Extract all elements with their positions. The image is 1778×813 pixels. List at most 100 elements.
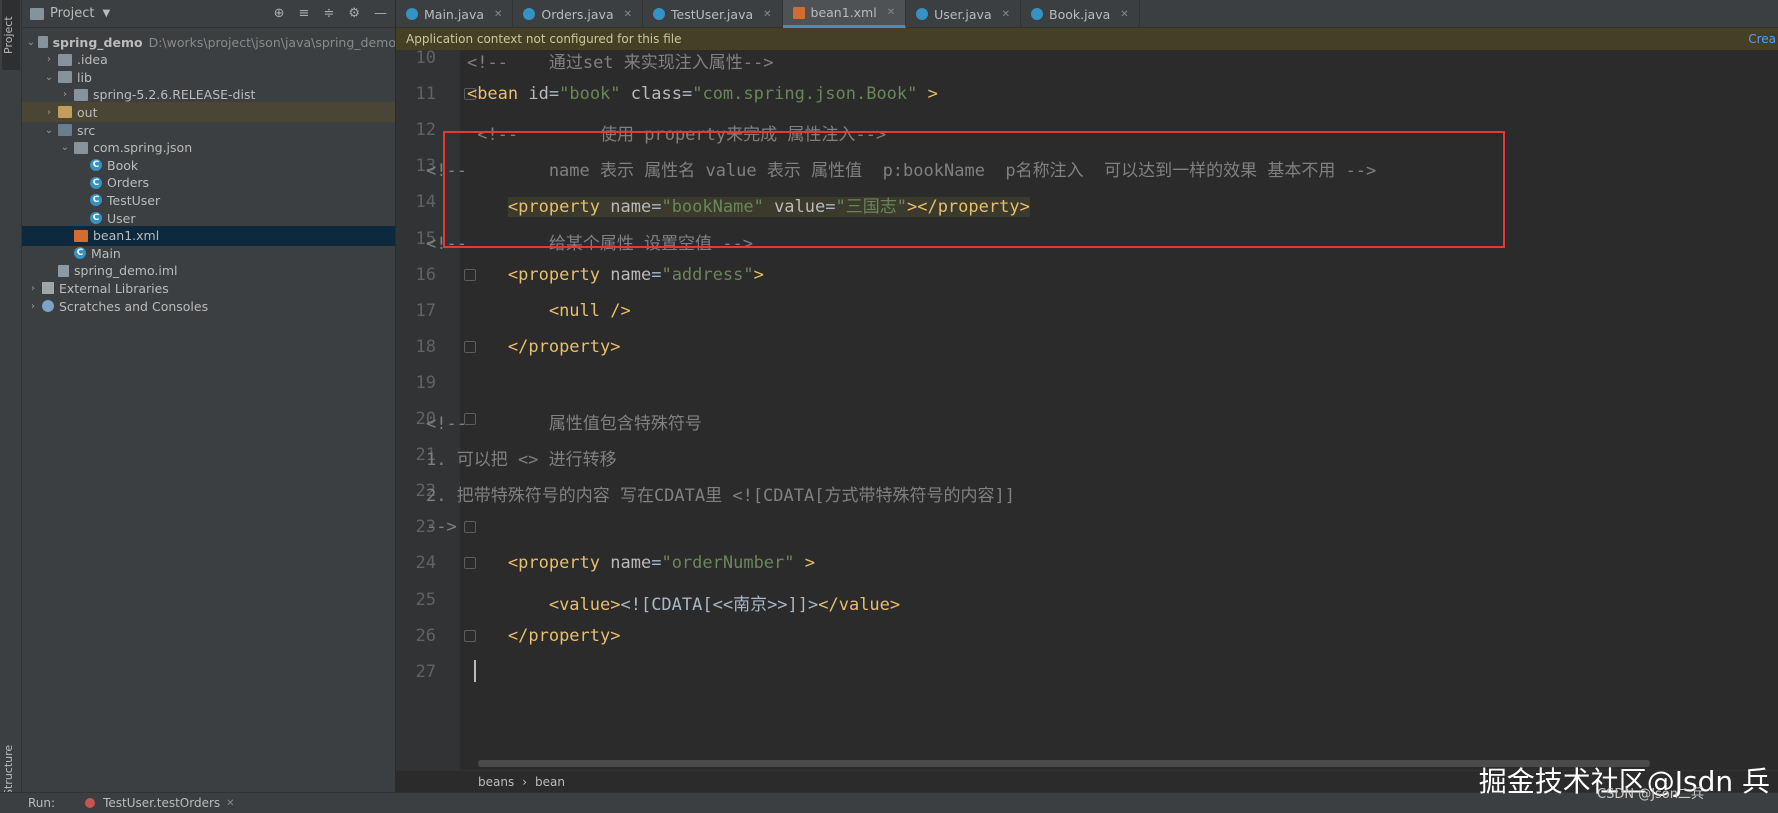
fold-marker-icon[interactable] <box>464 521 476 534</box>
module-file-icon <box>58 264 69 277</box>
breadcrumb-item-bean[interactable]: bean <box>535 775 565 789</box>
tree-item-label: out <box>77 104 98 120</box>
run-config-icon <box>85 798 96 808</box>
close-icon[interactable]: ✕ <box>624 9 632 20</box>
chevron-down-icon[interactable]: ▼ <box>102 8 110 19</box>
chevron-down-icon[interactable]: ⌄ <box>42 72 56 83</box>
chevron-down-icon[interactable]: ⌄ <box>58 142 72 153</box>
code-line[interactable]: 1. 可以把 <> 进行转移 <box>426 445 617 470</box>
java-class-icon: C <box>90 159 102 172</box>
tree-item-label: spring_demo.iml <box>74 263 178 279</box>
code-token: > <box>917 84 938 105</box>
code-token: </value> <box>818 594 901 615</box>
code-token: "book" <box>559 84 621 105</box>
code-token: </property> <box>507 625 621 646</box>
java-class-icon: C <box>90 194 102 207</box>
folder-icon <box>74 88 88 101</box>
code-token: <value> <box>548 594 621 615</box>
code-token: class <box>630 84 682 105</box>
run-config-tab[interactable]: TestUser.testOrders <box>103 796 220 810</box>
editor-tab[interactable]: Main.java ✕ <box>396 0 514 28</box>
structure-tool-tab[interactable]: Structure <box>2 740 20 800</box>
code-token: "address" <box>661 264 754 285</box>
project-toolbar: ⊕ ≡ ≑ ⚙ — <box>274 6 387 21</box>
code-line[interactable]: 2. 把带特殊符号的内容 写在CDATA里 <![CDATA[方式带特殊符号的内… <box>426 481 1015 506</box>
project-panel-title[interactable]: Project <box>50 6 94 21</box>
java-class-icon: C <box>90 176 102 189</box>
chevron-down-icon[interactable]: ⌄ <box>26 37 36 48</box>
breadcrumb-item-beans[interactable]: beans <box>478 775 514 789</box>
tree-item-label: src <box>77 122 96 138</box>
chevron-right-icon[interactable]: › <box>42 54 56 65</box>
tree-item-label: Scratches and Consoles <box>59 298 209 314</box>
code-line[interactable]: <property name="orderNumber" > <box>426 553 815 573</box>
code-token: = <box>548 84 560 105</box>
code-line[interactable]: --> <box>426 517 457 537</box>
horizontal-scrollbar[interactable] <box>478 760 1650 767</box>
code-line[interactable]: <null /> <box>426 301 631 321</box>
close-icon[interactable]: ✕ <box>1002 9 1010 20</box>
java-class-icon: C <box>74 247 86 260</box>
collapse-all-icon[interactable]: ≑ <box>323 6 334 21</box>
xml-file-icon <box>792 6 805 19</box>
code-token: 1. 可以把 <> 进行转移 <box>426 450 617 471</box>
chevron-right-icon[interactable]: › <box>26 283 40 294</box>
locate-icon[interactable]: ⊕ <box>274 6 285 21</box>
close-icon[interactable]: ✕ <box>226 798 234 809</box>
code-token: </property> <box>507 336 621 357</box>
code-line[interactable]: <property name="address"> <box>426 265 764 285</box>
close-icon[interactable]: ✕ <box>763 9 771 20</box>
library-icon <box>42 282 54 295</box>
editor-tab[interactable]: Orders.java ✕ <box>513 0 643 28</box>
editor-tab[interactable]: User.java ✕ <box>906 0 1021 28</box>
code-line[interactable]: <bean id="book" class="com.spring.json.B… <box>426 84 938 104</box>
java-class-icon <box>916 8 929 20</box>
close-icon[interactable]: ✕ <box>1120 9 1128 20</box>
tab-label: Orders.java <box>541 6 614 22</box>
chevron-right-icon[interactable]: › <box>58 89 72 100</box>
code-token: 2. 把带特殊符号的内容 写在CDATA里 <![CDATA[方式带特殊符号的内… <box>426 486 1015 507</box>
notification-bar: Application context not configured for t… <box>396 28 1778 50</box>
tool-window-strip: Project Structure <box>0 0 22 800</box>
tree-item-label: TestUser <box>107 192 161 208</box>
tree-item[interactable]: › Scratches and Consoles <box>22 296 395 316</box>
tree-item-label: User <box>107 210 136 226</box>
module-folder-icon <box>37 36 48 48</box>
tree-item-label: Main <box>91 245 121 261</box>
tab-label: User.java <box>934 6 992 22</box>
code-line[interactable]: <value><![CDATA[<<南京>>]]></value> <box>426 590 900 615</box>
line-number: 19 <box>415 372 436 393</box>
editor-tab[interactable]: Book.java ✕ <box>1021 0 1140 28</box>
editor-tab[interactable]: bean1.xml ✕ <box>782 0 907 28</box>
close-icon[interactable]: ✕ <box>494 9 502 20</box>
tree-item-label: Book <box>107 157 139 173</box>
code-token: <![CDATA[<<南京>>]]> <box>620 594 819 615</box>
editor-tabs: Main.java ✕ Orders.java ✕ TestUser.java ✕ bean… <box>396 0 1778 28</box>
expand-all-icon[interactable]: ≡ <box>299 6 310 21</box>
tree-item-label: bean1.xml <box>93 228 160 244</box>
code-line[interactable]: </property> <box>426 625 621 646</box>
create-context-link[interactable]: Crea <box>1748 32 1776 46</box>
code-editor[interactable]: 10 11 12 13 14 15 16 17 18 19 20 21 22 23 24 25 26 27 <!-… <box>396 50 1778 770</box>
minimize-icon[interactable]: — <box>374 6 387 21</box>
close-icon[interactable]: ✕ <box>887 7 895 18</box>
code-line[interactable]: </property> <box>426 336 621 357</box>
code-line[interactable]: <!-- 属性值包含特殊符号 <box>426 409 702 434</box>
chevron-right-icon[interactable]: › <box>42 107 56 118</box>
code-line[interactable]: <!-- 通过set 来实现注入属性--> <box>426 50 774 73</box>
project-tool-tab[interactable]: Project <box>2 0 20 70</box>
gear-icon[interactable]: ⚙ <box>348 6 360 21</box>
breadcrumb-separator-icon: › <box>522 774 528 789</box>
code-token: = <box>651 553 662 574</box>
editor-tab[interactable]: TestUser.java ✕ <box>643 0 783 28</box>
tree-item-label: .idea <box>77 52 108 68</box>
chevron-down-icon[interactable]: ⌄ <box>42 125 56 136</box>
tab-label: Main.java <box>424 6 485 22</box>
chevron-right-icon[interactable]: › <box>26 301 40 312</box>
code-token: > <box>753 264 764 285</box>
tab-label: bean1.xml <box>810 5 877 20</box>
java-class-icon <box>653 8 665 20</box>
